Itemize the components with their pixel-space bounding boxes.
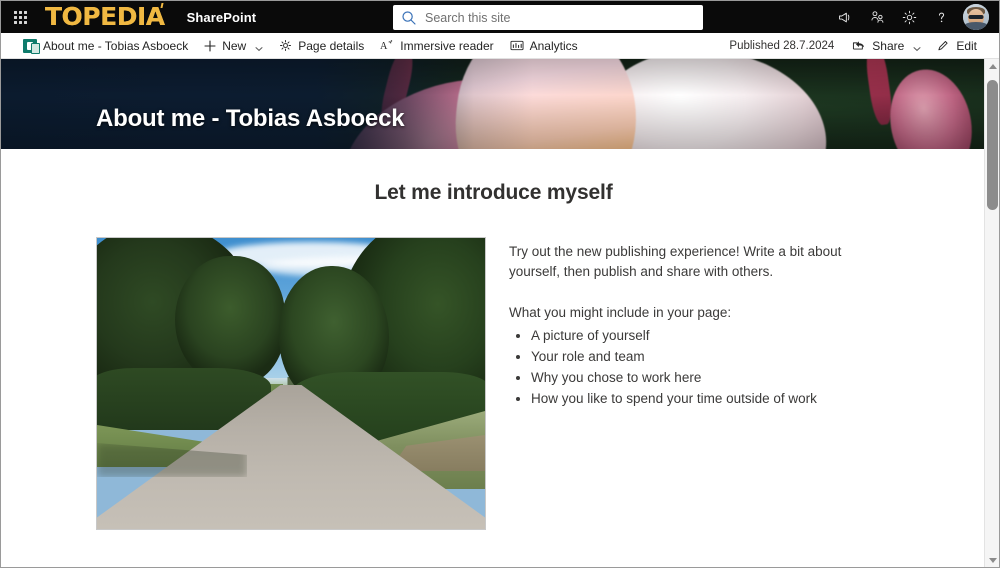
command-bar-right-group: Published 28.7.2024 Share Edit [729, 33, 999, 59]
search-input[interactable] [425, 5, 695, 30]
brand-logo-text: TOPEDIA [45, 1, 165, 31]
meet-now-icon[interactable] [861, 1, 893, 33]
vertical-scrollbar[interactable] [984, 59, 999, 567]
column-left [96, 237, 486, 530]
share-button[interactable]: Share [844, 33, 929, 59]
analytics-icon [510, 39, 524, 52]
scroll-thumb[interactable] [987, 80, 998, 210]
breadcrumb-page-link[interactable]: About me - Tobias Asboeck [1, 33, 196, 59]
hero-banner[interactable]: About me - Tobias Asboeck [1, 59, 986, 149]
intro-paragraph: Try out the new publishing experience! W… [509, 244, 842, 279]
immersive-reader-label: Immersive reader [400, 38, 494, 53]
page-scroll-area: About me - Tobias Asboeck Let me introdu… [1, 59, 999, 567]
scroll-down-arrow[interactable] [985, 553, 999, 567]
analytics-button[interactable]: Analytics [502, 33, 586, 59]
brand-logo[interactable]: TOPEDIA [45, 4, 165, 29]
pencil-edit-icon [937, 39, 950, 52]
suite-header-bar: TOPEDIA SharePoint [1, 1, 999, 33]
megaphone-icon[interactable] [829, 1, 861, 33]
content-image-road[interactable] [96, 237, 486, 530]
immersive-reader-icon: A [380, 39, 394, 52]
hero-title: About me - Tobias Asboeck [96, 105, 405, 132]
app-name-sharepoint[interactable]: SharePoint [187, 10, 257, 25]
page-canvas: About me - Tobias Asboeck Let me introdu… [1, 59, 986, 567]
list-intro-paragraph: What you might include in your page: [509, 304, 732, 320]
list-item: Why you chose to work here [531, 368, 891, 389]
analytics-label: Analytics [529, 38, 578, 53]
section-heading: Let me introduce myself [374, 181, 613, 204]
browser-viewport: TOPEDIA SharePoint Search this site Abou… [0, 0, 1000, 568]
gear-icon[interactable] [893, 1, 925, 33]
list-item: A picture of yourself [531, 326, 891, 347]
chevron-down-icon [913, 42, 921, 51]
page-details-button[interactable]: Page details [271, 33, 372, 59]
new-button[interactable]: New [196, 33, 271, 59]
edit-button[interactable]: Edit [929, 33, 985, 59]
scroll-up-arrow[interactable] [985, 59, 999, 73]
search-box[interactable] [393, 5, 703, 30]
page-content: Let me introduce myself Try out the new … [1, 149, 986, 530]
suite-actions [829, 1, 999, 33]
page-details-icon [279, 39, 292, 52]
search-icon [401, 10, 417, 26]
list-item: Your role and team [531, 347, 891, 368]
page-details-label: Page details [298, 38, 365, 53]
hero-vignette [1, 59, 986, 149]
edit-button-label: Edit [956, 38, 977, 53]
new-button-label: New [222, 38, 247, 53]
published-status: Published 28.7.2024 [729, 39, 835, 52]
chevron-down-icon [255, 42, 263, 51]
plus-icon [204, 39, 216, 52]
suggestion-list: A picture of yourself Your role and team… [509, 326, 891, 410]
share-button-label: Share [872, 38, 905, 53]
question-mark-icon[interactable] [925, 1, 957, 33]
immersive-reader-button[interactable]: A Immersive reader [372, 33, 501, 59]
column-right: Try out the new publishing experience! W… [509, 237, 891, 530]
breadcrumb-page-label: About me - Tobias Asboeck [43, 38, 189, 53]
svg-text:A: A [380, 41, 388, 52]
search-container [393, 5, 703, 30]
waffle-grid-icon [13, 10, 27, 24]
app-launcher-waffle-icon[interactable] [1, 1, 39, 33]
two-column-layout: Try out the new publishing experience! W… [1, 237, 986, 530]
sharepoint-page-icon [23, 38, 40, 54]
user-avatar[interactable] [963, 4, 989, 30]
list-item: How you like to spend your time outside … [531, 389, 891, 410]
share-icon [852, 39, 866, 52]
page-command-bar: About me - Tobias Asboeck New Page detai… [1, 33, 999, 59]
